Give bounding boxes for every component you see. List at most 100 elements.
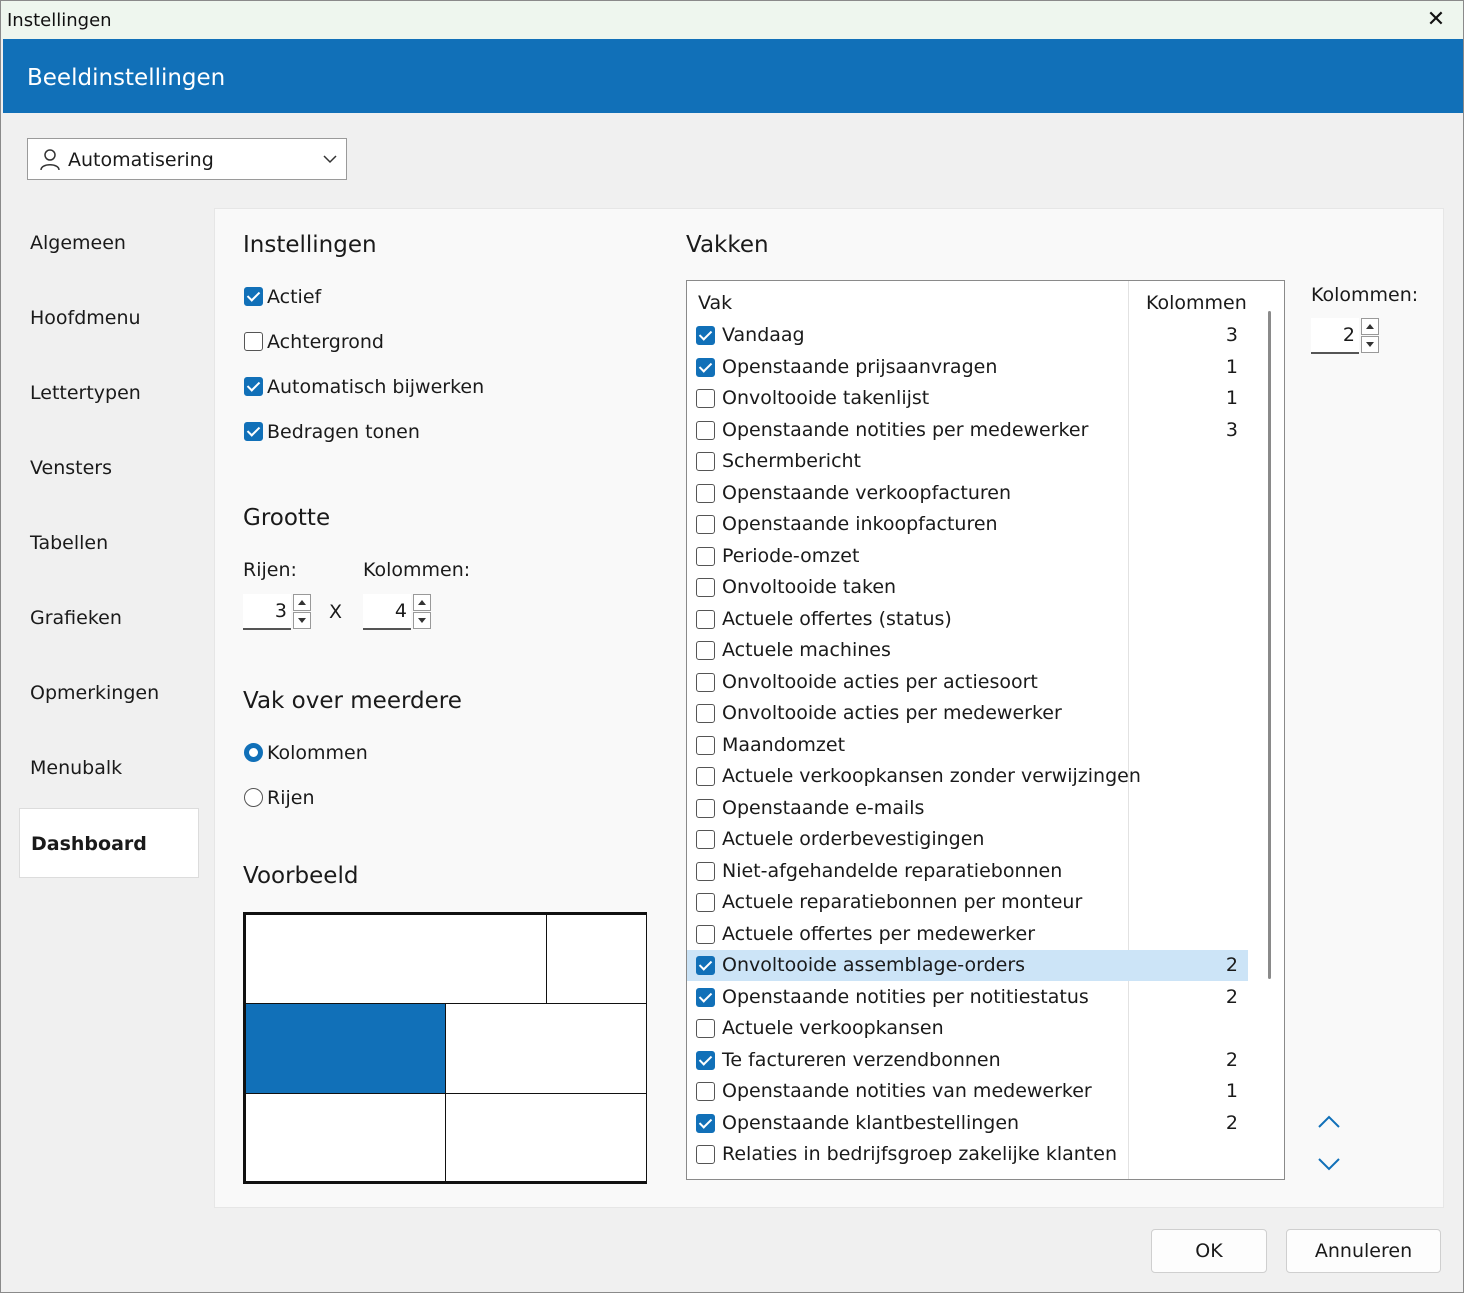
grid-row[interactable]: Onvoltooide acties per actiesoort: [687, 667, 1248, 698]
ok-button[interactable]: OK: [1151, 1229, 1267, 1273]
preview-cell: [245, 914, 547, 1004]
row-checkbox[interactable]: [696, 578, 715, 597]
row-checkbox[interactable]: [696, 420, 715, 440]
actief-checkbox[interactable]: [244, 287, 263, 306]
row-checkbox[interactable]: [696, 893, 715, 912]
row-checkbox[interactable]: [696, 735, 715, 755]
grid-row[interactable]: Actuele orderbevestigingen: [687, 824, 1248, 855]
row-checkbox[interactable]: [696, 452, 715, 471]
row-checkbox[interactable]: [696, 704, 715, 723]
grid-row[interactable]: Actuele offertes (status): [687, 604, 1248, 635]
row-checkbox[interactable]: [696, 641, 715, 660]
sidebar-item-lettertypen[interactable]: Lettertypen: [19, 358, 199, 428]
row-name: Actuele orderbevestigingen: [722, 828, 985, 850]
row-checkbox[interactable]: [696, 1050, 715, 1070]
row-name: Onvoltooide taken: [722, 576, 897, 598]
row-checkbox[interactable]: [696, 767, 715, 786]
kolommen-up-button[interactable]: [413, 594, 431, 611]
grid-row[interactable]: Openstaande notities per notitiestatus 2: [687, 982, 1248, 1013]
grid-row[interactable]: Relaties in bedrijfsgroep zakelijke klan…: [687, 1139, 1248, 1170]
row-checkbox[interactable]: [696, 924, 715, 944]
row-checkbox[interactable]: [696, 1082, 715, 1101]
row-checkbox[interactable]: [696, 1145, 715, 1164]
achtergrond-checkbox[interactable]: [244, 332, 263, 351]
bedragen-tonen-checkbox[interactable]: [244, 422, 263, 441]
grid-row[interactable]: Actuele verkoopkansen zonder verwijzinge…: [687, 761, 1248, 792]
row-kolommen: 1: [1225, 1080, 1238, 1102]
grid-row[interactable]: Openstaande notities van medewerker 1: [687, 1076, 1248, 1107]
grid-row[interactable]: Vandaag 3: [687, 320, 1248, 351]
grid-scrollbar[interactable]: [1249, 281, 1284, 1179]
kolommen-stepper[interactable]: 4: [363, 594, 431, 630]
row-checkbox[interactable]: [696, 326, 715, 345]
row-checkbox[interactable]: [696, 861, 715, 881]
row-checkbox[interactable]: [696, 483, 715, 503]
grid-row[interactable]: Actuele machines: [687, 635, 1248, 666]
user-select[interactable]: Automatisering: [27, 138, 347, 180]
grid-row[interactable]: Openstaande verkoopfacturen: [687, 478, 1248, 509]
right-kolommen-up-button[interactable]: [1361, 318, 1379, 335]
grid-row[interactable]: Te factureren verzendbonnen 2: [687, 1045, 1248, 1076]
row-checkbox[interactable]: [696, 1113, 715, 1133]
row-checkbox[interactable]: [696, 515, 715, 534]
row-name: Actuele reparatiebonnen per monteur: [722, 891, 1083, 913]
row-checkbox[interactable]: [696, 956, 715, 975]
row-checkbox[interactable]: [696, 798, 715, 818]
row-checkbox[interactable]: [696, 546, 715, 566]
move-down-icon[interactable]: [1315, 1152, 1343, 1176]
row-checkbox[interactable]: [696, 357, 715, 377]
scrollbar-thumb[interactable]: [1268, 311, 1271, 979]
row-checkbox[interactable]: [696, 987, 715, 1007]
grid-row[interactable]: Schermbericht: [687, 446, 1248, 477]
grid-row[interactable]: Onvoltooide acties per medewerker: [687, 698, 1248, 729]
kolommen-down-button[interactable]: [413, 612, 431, 629]
sidebar-item-vensters[interactable]: Vensters: [19, 433, 199, 503]
right-kolommen-down-button[interactable]: [1361, 336, 1379, 353]
row-checkbox[interactable]: [696, 672, 715, 692]
grid-row[interactable]: Openstaande notities per medewerker 3: [687, 415, 1248, 446]
row-name: Vandaag: [722, 324, 805, 346]
rijen-radio[interactable]: [244, 788, 263, 807]
sidebar-item-algemeen[interactable]: Algemeen: [19, 208, 199, 278]
right-kolommen-stepper[interactable]: 2: [1311, 318, 1379, 354]
row-checkbox[interactable]: [696, 389, 715, 408]
grid-row[interactable]: Openstaande klantbestellingen 2: [687, 1108, 1248, 1139]
rijen-value[interactable]: 3: [243, 594, 291, 630]
row-checkbox[interactable]: [696, 609, 715, 629]
sidebar-item-hoofdmenu[interactable]: Hoofdmenu: [19, 283, 199, 353]
vakken-heading: Vakken: [686, 232, 769, 258]
grid-row[interactable]: Onvoltooide assemblage-orders 2: [687, 950, 1248, 981]
grid-row[interactable]: Openstaande e-mails: [687, 793, 1248, 824]
grid-row[interactable]: Onvoltooide takenlijst 1: [687, 383, 1248, 414]
grid-row[interactable]: Actuele offertes per medewerker: [687, 919, 1248, 950]
move-up-icon[interactable]: [1315, 1110, 1343, 1134]
sidebar-item-menubalk[interactable]: Menubalk: [19, 733, 199, 803]
grid-row[interactable]: Onvoltooide taken: [687, 572, 1248, 603]
grid-row[interactable]: Niet-afgehandelde reparatiebonnen: [687, 856, 1248, 887]
rijen-up-button[interactable]: [293, 594, 311, 611]
col-header-kolommen[interactable]: Kolommen: [1146, 292, 1247, 314]
grid-row[interactable]: Maandomzet: [687, 730, 1248, 761]
sidebar-item-grafieken[interactable]: Grafieken: [19, 583, 199, 653]
grid-row[interactable]: Openstaande inkoopfacturen: [687, 509, 1248, 540]
grid-row[interactable]: Openstaande prijsaanvragen 1: [687, 352, 1248, 383]
rijen-down-button[interactable]: [293, 612, 311, 629]
sidebar-item-tabellen[interactable]: Tabellen: [19, 508, 199, 578]
rijen-stepper[interactable]: 3: [243, 594, 311, 630]
row-kolommen: 1: [1225, 387, 1238, 409]
col-header-vak[interactable]: Vak: [698, 292, 732, 314]
grid-row[interactable]: Periode-omzet: [687, 541, 1248, 572]
cancel-button[interactable]: Annuleren: [1286, 1229, 1441, 1273]
grid-row[interactable]: Actuele verkoopkansen: [687, 1013, 1248, 1044]
row-checkbox[interactable]: [696, 1019, 715, 1038]
close-icon[interactable]: ✕: [1423, 7, 1449, 33]
automatisch-bijwerken-checkbox[interactable]: [244, 377, 263, 396]
sidebar-item-dashboard[interactable]: Dashboard: [19, 808, 199, 878]
row-checkbox[interactable]: [696, 830, 715, 849]
kolommen-radio[interactable]: [244, 743, 263, 762]
grid-row[interactable]: Actuele reparatiebonnen per monteur: [687, 887, 1248, 918]
user-select-value: Automatisering: [68, 149, 214, 171]
kolommen-value[interactable]: 4: [363, 594, 411, 630]
right-kolommen-value[interactable]: 2: [1311, 318, 1359, 354]
sidebar-item-opmerkingen[interactable]: Opmerkingen: [19, 658, 199, 728]
